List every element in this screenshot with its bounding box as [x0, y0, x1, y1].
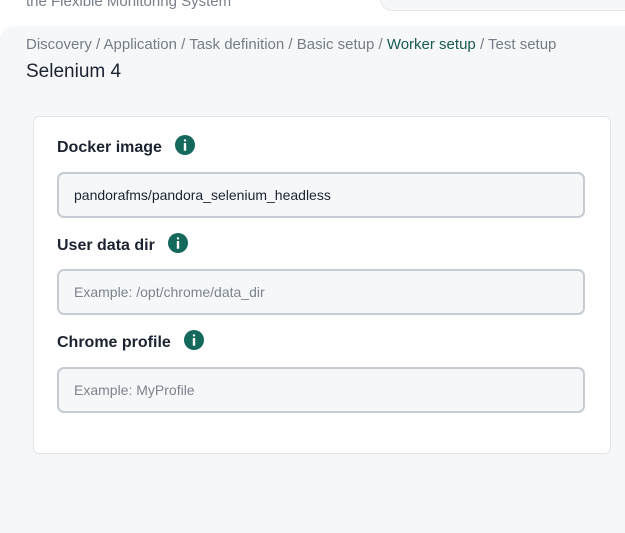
breadcrumb: Discovery / Application / Task definitio… — [26, 36, 556, 53]
breadcrumb-application[interactable]: Application — [104, 36, 177, 53]
page-title: Selenium 4 — [26, 61, 122, 82]
user-data-dir-label: User data dir — [57, 233, 188, 256]
info-icon[interactable] — [183, 330, 204, 350]
header-panel — [380, 0, 625, 11]
brand-tagline: the Flexible Monitoring System — [26, 0, 232, 10]
chrome-profile-label-text: Chrome profile — [57, 334, 171, 351]
docker-image-label-text: Docker image — [57, 139, 162, 156]
info-icon[interactable] — [167, 233, 188, 253]
breadcrumb-separator: / — [378, 36, 387, 53]
main-content: Discovery / Application / Task definitio… — [0, 26, 625, 533]
worker-setup-form: Docker image User data dir — [33, 116, 611, 454]
breadcrumb-discovery[interactable]: Discovery — [26, 36, 92, 53]
user-data-dir-label-text: User data dir — [57, 237, 155, 254]
info-icon-glyph — [192, 334, 195, 346]
user-data-dir-input[interactable] — [57, 269, 585, 315]
info-icon[interactable] — [174, 135, 195, 155]
breadcrumb-separator: / — [96, 36, 104, 53]
chrome-profile-label: Chrome profile — [57, 330, 204, 353]
info-icon-glyph — [176, 237, 180, 249]
breadcrumb-separator: / — [181, 36, 190, 53]
info-icon-glyph — [183, 139, 187, 151]
docker-image-input[interactable] — [57, 172, 585, 218]
docker-image-label: Docker image — [57, 135, 195, 158]
top-header: the Flexible Monitoring System — [0, 0, 625, 26]
breadcrumb-separator: / — [288, 36, 297, 53]
breadcrumb-basic-setup[interactable]: Basic setup — [297, 36, 375, 53]
breadcrumb-separator: / — [479, 36, 489, 53]
breadcrumb-worker-setup[interactable]: Worker setup — [387, 36, 476, 53]
page: the Flexible Monitoring System Discovery… — [0, 0, 625, 533]
chrome-profile-input[interactable] — [57, 367, 585, 413]
breadcrumb-test-setup[interactable]: Test setup — [488, 36, 556, 53]
breadcrumb-task-definition[interactable]: Task definition — [189, 36, 284, 53]
